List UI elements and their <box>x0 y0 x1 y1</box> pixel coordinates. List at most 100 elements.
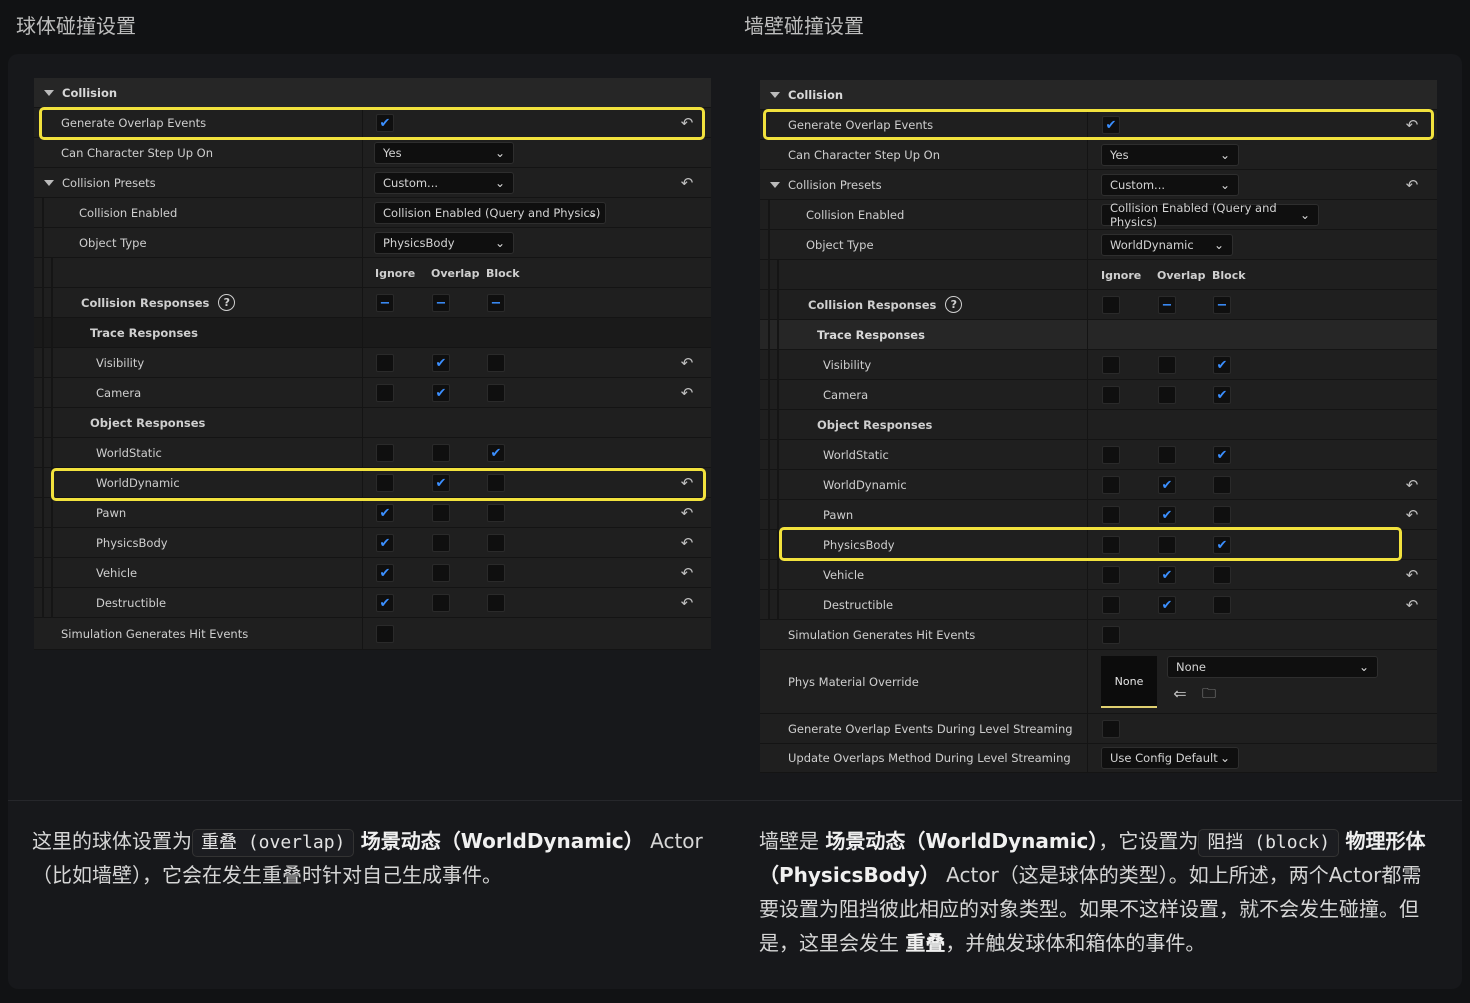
help-circle-icon[interactable]: ? <box>945 296 963 313</box>
phys-material-dropdown[interactable]: None ⌄ <box>1167 656 1378 678</box>
responses-ignore-all[interactable]: − <box>376 294 394 312</box>
visibility-overlap[interactable]: ✔ <box>432 354 450 372</box>
vehicle-ignore[interactable]: ✔ <box>376 564 394 582</box>
worldstatic-block[interactable]: ✔ <box>1213 446 1231 464</box>
worldstatic-ignore[interactable] <box>376 444 394 462</box>
worlddynamic-ignore[interactable] <box>1102 476 1120 494</box>
physicsbody-overlap[interactable] <box>1158 536 1176 554</box>
vehicle-block[interactable] <box>1213 566 1231 584</box>
reset-arrow-icon[interactable]: ↶ <box>679 475 695 491</box>
reset-arrow-icon[interactable]: ↶ <box>679 505 695 521</box>
worlddynamic-ignore[interactable] <box>376 474 394 492</box>
physicsbody-block[interactable] <box>487 534 505 552</box>
reset-arrow-icon[interactable]: ↶ <box>679 535 695 551</box>
responses-overlap-all[interactable]: − <box>1158 296 1176 314</box>
block-column-header: Block <box>1212 269 1246 282</box>
collision-enabled-dropdown[interactable]: Collision Enabled (Query and Physics) ⌄ <box>1101 201 1319 229</box>
worldstatic-overlap[interactable] <box>1158 446 1176 464</box>
responses-block-all[interactable]: − <box>487 294 505 312</box>
worldstatic-block[interactable]: ✔ <box>487 444 505 462</box>
collision-category[interactable]: Collision <box>760 80 1437 110</box>
collision-category[interactable]: Collision <box>34 78 711 108</box>
pawn-ignore[interactable] <box>1102 506 1120 524</box>
presets-row[interactable]: Collision Presets Custom... ⌄ ↶ <box>760 170 1437 200</box>
reset-arrow-icon[interactable]: ↶ <box>679 115 695 131</box>
collision-responses-label: Collision Responses <box>808 297 937 312</box>
use-selected-icon[interactable]: ⇐ <box>1172 686 1188 702</box>
worlddynamic-block[interactable] <box>1213 476 1231 494</box>
destructible-block[interactable] <box>1213 596 1231 614</box>
reset-arrow-icon[interactable]: ↶ <box>1404 117 1420 133</box>
pawn-block[interactable] <box>1213 506 1231 524</box>
gen-streaming-checkbox[interactable] <box>1102 720 1120 738</box>
vehicle-overlap[interactable]: ✔ <box>1158 566 1176 584</box>
physicsbody-ignore[interactable]: ✔ <box>376 534 394 552</box>
generate-overlap-checkbox[interactable]: ✔ <box>1102 116 1120 134</box>
asset-thumbnail[interactable]: None <box>1101 656 1157 708</box>
pawn-overlap[interactable]: ✔ <box>1158 506 1176 524</box>
visibility-overlap[interactable] <box>1158 356 1176 374</box>
camera-block[interactable]: ✔ <box>1213 386 1231 404</box>
step-up-dropdown[interactable]: Yes ⌄ <box>1101 144 1239 166</box>
chevron-down-icon: ⌄ <box>494 236 505 250</box>
reset-arrow-icon[interactable]: ↶ <box>679 385 695 401</box>
collision-enabled-dropdown[interactable]: Collision Enabled (Query and Physics) ⌄ <box>374 202 606 224</box>
worldstatic-ignore[interactable] <box>1102 446 1120 464</box>
responses-block-all[interactable]: − <box>1213 296 1231 314</box>
responses-ignore-all[interactable] <box>1102 296 1120 314</box>
physicsbody-block[interactable]: ✔ <box>1213 536 1231 554</box>
camera-overlap[interactable] <box>1158 386 1176 404</box>
sim-hit-checkbox[interactable] <box>1102 626 1120 644</box>
help-circle-icon[interactable]: ? <box>218 294 236 311</box>
worldstatic-row: WorldStatic ✔ <box>760 440 1437 470</box>
destructible-overlap[interactable] <box>432 594 450 612</box>
visibility-ignore[interactable] <box>376 354 394 372</box>
collapse-triangle-icon <box>770 181 780 188</box>
worlddynamic-block[interactable] <box>487 474 505 492</box>
visibility-block[interactable]: ✔ <box>1213 356 1231 374</box>
camera-ignore[interactable] <box>376 384 394 402</box>
vehicle-overlap[interactable] <box>432 564 450 582</box>
destructible-overlap[interactable]: ✔ <box>1158 596 1176 614</box>
reset-arrow-icon[interactable]: ↶ <box>679 595 695 611</box>
camera-ignore[interactable] <box>1102 386 1120 404</box>
camera-block[interactable] <box>487 384 505 402</box>
reset-arrow-icon[interactable]: ↶ <box>1404 177 1420 193</box>
reset-arrow-icon[interactable]: ↶ <box>1404 507 1420 523</box>
physicsbody-overlap[interactable] <box>432 534 450 552</box>
pawn-ignore[interactable]: ✔ <box>376 504 394 522</box>
object-type-dropdown[interactable]: PhysicsBody ⌄ <box>374 232 514 254</box>
update-method-dropdown[interactable]: Use Config Default ⌄ <box>1101 747 1239 769</box>
collision-responses-label: Collision Responses <box>81 295 210 310</box>
vehicle-block[interactable] <box>487 564 505 582</box>
responses-overlap-all[interactable]: − <box>432 294 450 312</box>
reset-arrow-icon[interactable]: ↶ <box>1404 597 1420 613</box>
physicsbody-ignore[interactable] <box>1102 536 1120 554</box>
pawn-row: Pawn ✔ ↶ <box>34 498 711 528</box>
browse-asset-icon[interactable]: 🗀 <box>1201 686 1217 702</box>
presets-dropdown[interactable]: Custom... ⌄ <box>1101 174 1239 196</box>
destructible-ignore[interactable]: ✔ <box>376 594 394 612</box>
object-type-dropdown[interactable]: WorldDynamic ⌄ <box>1101 234 1233 256</box>
reset-arrow-icon[interactable]: ↶ <box>1404 477 1420 493</box>
destructible-ignore[interactable] <box>1102 596 1120 614</box>
worldstatic-overlap[interactable] <box>432 444 450 462</box>
generate-overlap-checkbox[interactable]: ✔ <box>376 114 394 132</box>
camera-overlap[interactable]: ✔ <box>432 384 450 402</box>
presets-dropdown[interactable]: Custom... ⌄ <box>374 172 514 194</box>
visibility-ignore[interactable] <box>1102 356 1120 374</box>
pawn-overlap[interactable] <box>432 504 450 522</box>
reset-arrow-icon[interactable]: ↶ <box>679 175 695 191</box>
worlddynamic-overlap[interactable]: ✔ <box>432 474 450 492</box>
step-up-dropdown[interactable]: Yes ⌄ <box>374 142 514 164</box>
visibility-block[interactable] <box>487 354 505 372</box>
destructible-block[interactable] <box>487 594 505 612</box>
reset-arrow-icon[interactable]: ↶ <box>679 355 695 371</box>
reset-arrow-icon[interactable]: ↶ <box>1404 567 1420 583</box>
reset-arrow-icon[interactable]: ↶ <box>679 565 695 581</box>
vehicle-ignore[interactable] <box>1102 566 1120 584</box>
sim-hit-checkbox[interactable] <box>376 625 394 643</box>
worlddynamic-overlap[interactable]: ✔ <box>1158 476 1176 494</box>
presets-row[interactable]: Collision Presets Custom... ⌄ ↶ <box>34 168 711 198</box>
pawn-block[interactable] <box>487 504 505 522</box>
